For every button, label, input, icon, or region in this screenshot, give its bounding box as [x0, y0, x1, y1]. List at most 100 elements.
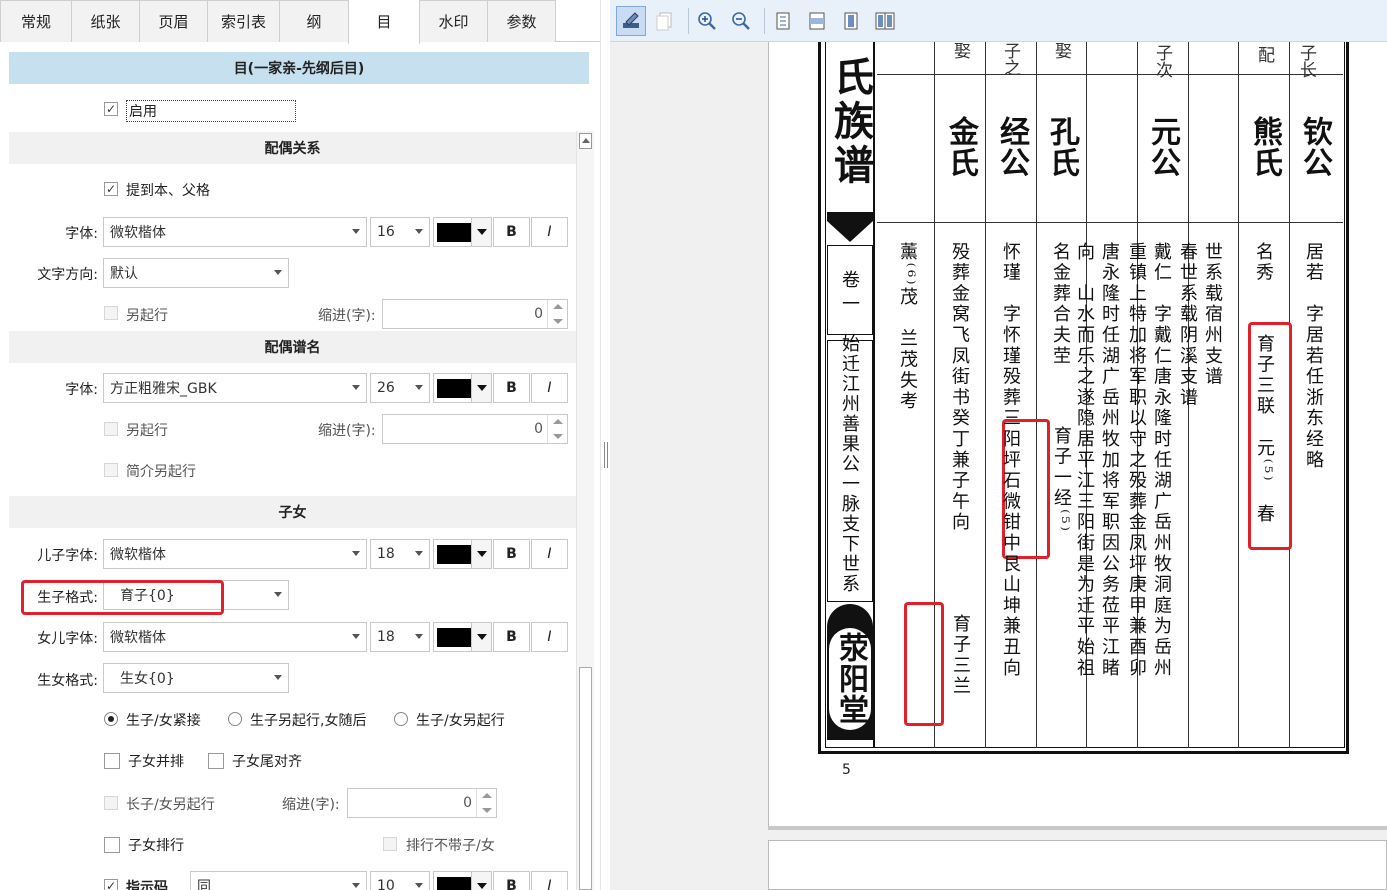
person-bio: 向 山水而乐之遂隐居平江三阳街是为迁平始祖 — [1074, 242, 1095, 679]
daughter-font-label: 女儿字体: — [37, 631, 98, 647]
settings-scrollbar[interactable] — [576, 131, 594, 890]
spouse-name-size-select[interactable]: 26 — [370, 373, 430, 403]
scroll-up-button[interactable] — [579, 133, 592, 149]
daughter-format-label: 生女格式: — [37, 673, 98, 689]
section-title: 目(一家亲-先纲后目) — [9, 52, 589, 84]
branch-line: 始迁江州善果公一脉支下世系 — [839, 334, 860, 594]
children-line: 育子一经⁽⁵⁾ — [1051, 426, 1072, 534]
edit-icon[interactable] — [616, 6, 646, 36]
tail-align-label: 子女尾对齐 — [232, 754, 302, 770]
spouse-name-newline-checkbox[interactable] — [104, 422, 118, 436]
son-color-picker[interactable] — [433, 539, 492, 569]
son-bold-button[interactable]: B — [493, 539, 530, 569]
eldest-newline-label: 长子/女另起行 — [126, 797, 215, 813]
spouse-name-font-label: 字体: — [65, 382, 98, 398]
hall-name: 荥阳堂 — [833, 632, 868, 725]
enable-checkbox[interactable]: ✓ — [104, 102, 118, 116]
parallel-checkbox[interactable] — [104, 753, 120, 769]
ranking-checkbox[interactable] — [104, 837, 120, 853]
daughter-font-select[interactable]: 微软楷体 — [103, 622, 367, 652]
zoom-in-icon[interactable] — [692, 6, 722, 36]
radio-son-newline[interactable] — [228, 712, 242, 726]
mention-parent-label: 提到本、父格 — [126, 183, 210, 199]
volume-label: 卷一 — [839, 270, 860, 318]
spouse-name-newline-label: 另起行 — [126, 423, 168, 439]
person-name: 元公 — [1145, 116, 1180, 178]
scroll-thumb[interactable] — [579, 667, 592, 890]
preview-toolbar — [610, 0, 1387, 42]
person-bio: 世系载宿州支谱 — [1202, 242, 1223, 388]
direction-select[interactable]: 默认 — [103, 258, 289, 288]
spouse-name-bold-button[interactable]: B — [493, 373, 530, 403]
person-name: 熊氏 — [1247, 116, 1282, 178]
spouse-indent-label: 缩进(字): — [318, 308, 376, 324]
spouse-name-italic-button[interactable]: I — [531, 373, 568, 403]
indicator-size-select[interactable]: 10 — [370, 871, 430, 890]
daughter-color-picker[interactable] — [433, 622, 492, 652]
two-page-icon[interactable] — [870, 6, 900, 36]
settings-panel: 常规 纸张 页眉 索引表 纲 目 水印 参数 目(一家亲-先纲后目) ✓ 启用 … — [0, 0, 600, 890]
children-indent-label: 缩进(字): — [282, 797, 340, 813]
children-header: 子女 — [9, 496, 576, 528]
tab-header[interactable]: 页眉 — [139, 0, 208, 42]
daughter-italic-button[interactable]: I — [531, 622, 568, 652]
son-italic-button[interactable]: I — [531, 539, 568, 569]
indicator-color-picker[interactable] — [433, 871, 492, 890]
enable-label: 启用 — [126, 100, 296, 122]
tab-paper[interactable]: 纸张 — [71, 0, 140, 42]
spouse-name-color-picker[interactable] — [433, 373, 492, 403]
tab-index[interactable]: 索引表 — [207, 0, 280, 42]
daughter-size-select[interactable]: 18 — [370, 622, 430, 652]
spouse-newline-checkbox[interactable] — [104, 306, 118, 320]
person-bio: 怀瑾 字怀瑾殁葬三阳坪石微钳中艮山坤兼丑向 — [1000, 242, 1021, 679]
single-page-icon[interactable] — [836, 6, 866, 36]
parallel-label: 子女并排 — [128, 754, 184, 770]
daughter-bold-button[interactable]: B — [493, 622, 530, 652]
spouse-name-indent-spinner[interactable]: 0 — [382, 414, 568, 444]
person-bio: 名秀 — [1253, 242, 1274, 284]
son-size-select[interactable]: 18 — [370, 539, 430, 569]
splitter-grip-icon — [604, 442, 608, 468]
indicator-checkbox[interactable]: ✓ — [104, 879, 118, 890]
spouse-italic-button[interactable]: I — [531, 217, 568, 247]
children-indent-spinner[interactable]: 0 — [347, 788, 497, 818]
highlight-box — [21, 580, 224, 615]
ranking-no-checkbox[interactable] — [383, 837, 397, 851]
spouse-bold-button[interactable]: B — [493, 217, 530, 247]
page-number: 5 — [842, 762, 851, 778]
ranking-no-label: 排行不带子/女 — [406, 838, 495, 854]
spouse-color-picker[interactable] — [433, 217, 492, 247]
indicator-font-select[interactable]: 同 — [190, 871, 367, 890]
radio-both-newline[interactable] — [394, 712, 408, 726]
zoom-out-icon[interactable] — [726, 6, 756, 36]
fit-width-icon[interactable] — [802, 6, 832, 36]
tab-item[interactable]: 目 — [348, 0, 420, 44]
spouse-name-indent-label: 缩进(字): — [318, 423, 376, 439]
tab-params[interactable]: 参数 — [487, 0, 556, 42]
eldest-newline-checkbox[interactable] — [104, 796, 118, 810]
indicator-italic-button[interactable]: I — [531, 871, 568, 890]
person-name: 孔氏 — [1044, 116, 1079, 178]
tab-watermark[interactable]: 水印 — [419, 0, 488, 42]
radio-adjacent[interactable] — [104, 712, 118, 726]
daughter-format-select[interactable]: 生女{0} — [103, 663, 289, 693]
fit-page-icon[interactable] — [768, 6, 798, 36]
intro-newline-checkbox[interactable] — [104, 463, 118, 477]
spouse-name-font-select[interactable]: 方正粗雅宋_GBK — [103, 373, 367, 403]
mention-parent-checkbox[interactable]: ✓ — [104, 182, 118, 196]
spouse-relation-header: 配偶关系 — [9, 132, 576, 164]
tab-outline[interactable]: 纲 — [279, 0, 349, 42]
person-bio: 春世系载阴溪支谱 — [1177, 242, 1198, 409]
book-title: 氏族谱 — [827, 56, 874, 188]
spouse-indent-spinner[interactable]: 0 — [382, 299, 568, 329]
son-font-select[interactable]: 微软楷体 — [103, 539, 367, 569]
tab-general[interactable]: 常规 — [0, 0, 72, 42]
person-name: 金氏 — [943, 116, 978, 178]
panel-splitter[interactable] — [600, 0, 610, 890]
indicator-bold-button[interactable]: B — [493, 871, 530, 890]
person-name: 经公 — [994, 116, 1029, 178]
spouse-font-select[interactable]: 微软楷体 — [103, 217, 367, 247]
tail-align-checkbox[interactable] — [208, 753, 224, 769]
copy-icon[interactable] — [650, 6, 680, 36]
spouse-size-select[interactable]: 16 — [370, 217, 430, 247]
